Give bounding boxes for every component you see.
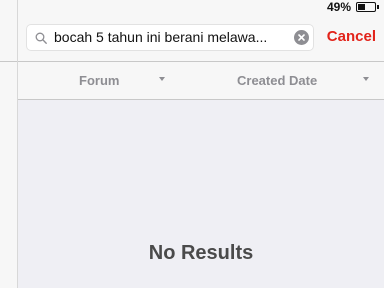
empty-results-message: No Results — [148, 242, 254, 264]
clear-search-icon[interactable] — [294, 30, 309, 45]
battery-icon — [356, 2, 379, 12]
cancel-button[interactable]: Cancel — [327, 28, 376, 46]
column-header-created-date[interactable]: Created Date — [237, 73, 317, 88]
battery-percentage: 49% — [326, 0, 351, 14]
search-query-text: bocah 5 tahun ini berani melawa... — [54, 29, 268, 45]
column-header-forum[interactable]: Forum — [79, 73, 119, 88]
status-bar: 49% — [18, 0, 384, 14]
search-input[interactable]: bocah 5 tahun ini berani melawa... — [26, 24, 314, 51]
sidebar-separator — [0, 61, 17, 62]
search-icon — [35, 31, 47, 44]
forum-sort-caret-icon[interactable] — [159, 77, 165, 81]
column-header-bar: Forum Created Date — [18, 62, 384, 100]
created-date-sort-caret-icon[interactable] — [363, 77, 369, 81]
sidebar-edge — [0, 0, 18, 288]
search-bar: bocah 5 tahun ini berani melawa... Cance… — [18, 14, 384, 62]
